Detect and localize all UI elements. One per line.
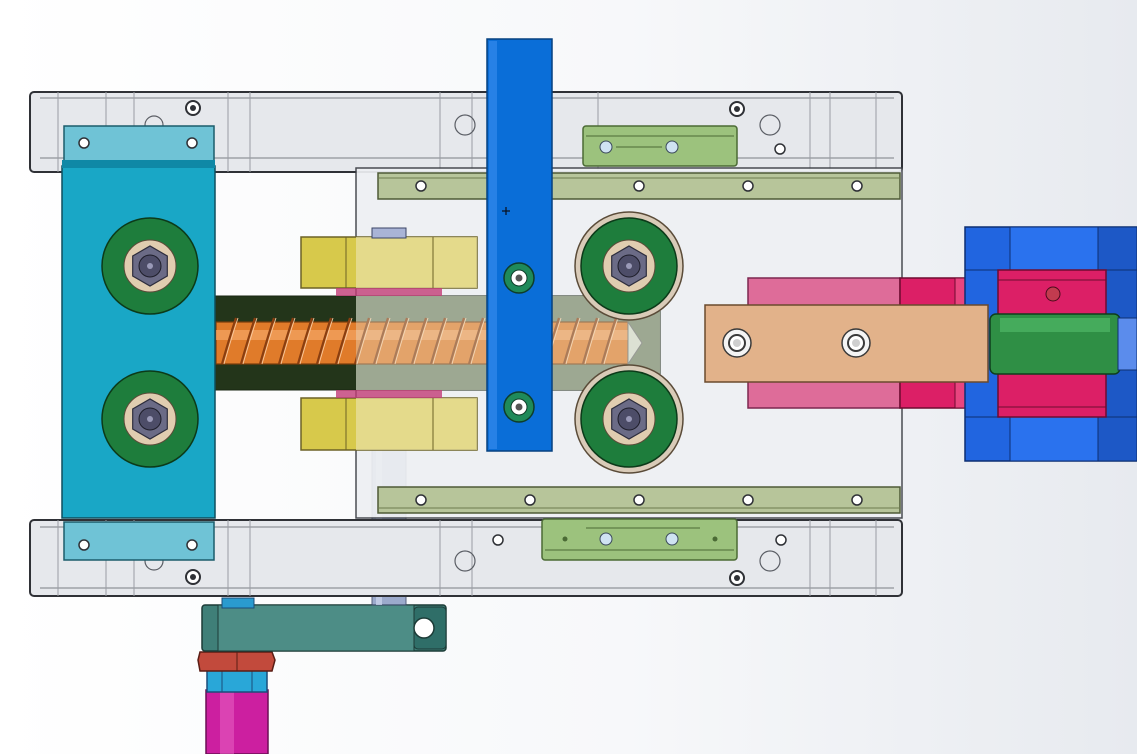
motor-housing xyxy=(964,226,1137,462)
hex-nut-red xyxy=(197,651,276,672)
shaft-top xyxy=(371,227,407,239)
link-pin-right xyxy=(841,328,871,358)
bar-hole-top xyxy=(503,262,535,294)
hex-nut-blue xyxy=(206,669,268,693)
yellow-block-bottom xyxy=(300,390,478,451)
tan-link-arm xyxy=(704,304,989,383)
teal-end-block xyxy=(61,125,216,561)
clamp-arm xyxy=(201,597,447,652)
guide-rail-bottom xyxy=(377,486,901,514)
bearing-wheel xyxy=(101,217,199,315)
guide-rail-top xyxy=(377,172,901,200)
bearing-wheel xyxy=(101,370,199,468)
assembly-drawing xyxy=(29,38,1137,754)
slider-block-bottom xyxy=(541,518,738,561)
yellow-block-top xyxy=(300,236,478,296)
bearing-wheel xyxy=(574,364,684,474)
bar-hole-bottom xyxy=(503,391,535,423)
cad-viewport[interactable] xyxy=(0,0,1137,754)
bearing-wheel xyxy=(574,211,684,321)
bottom-cylinder xyxy=(205,689,269,754)
slider-block-top xyxy=(582,125,738,167)
blue-push-bar xyxy=(486,38,553,452)
link-pin-left xyxy=(722,328,752,358)
